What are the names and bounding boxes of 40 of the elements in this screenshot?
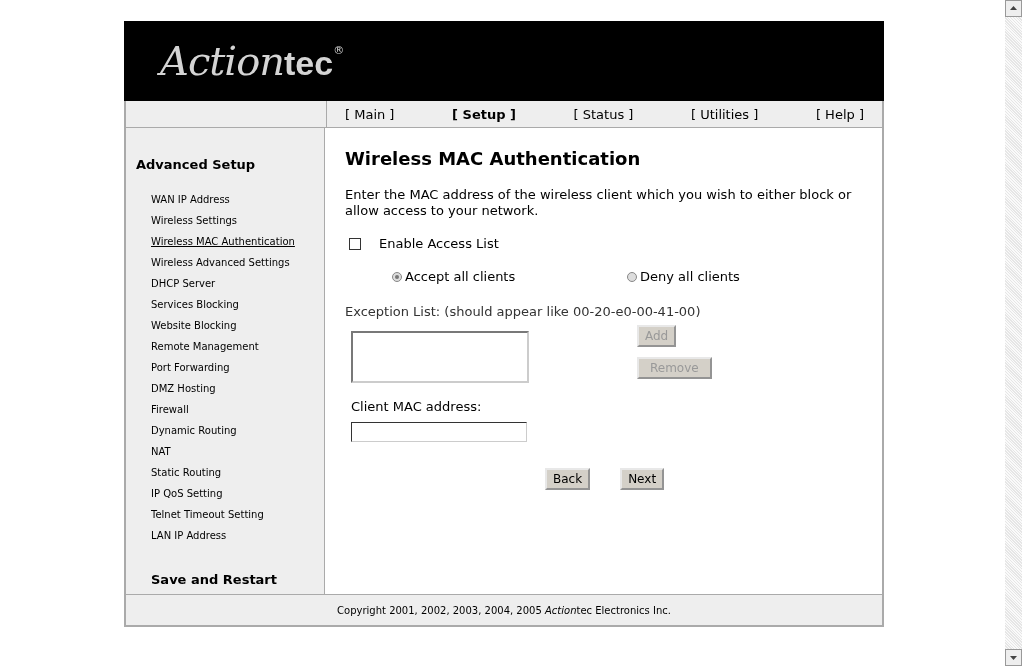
nav-link[interactable]: [ Main ] xyxy=(345,106,395,122)
sidebar-link[interactable]: Wireless MAC Authentication xyxy=(151,235,324,248)
nav-link[interactable]: [ Utilities ] xyxy=(690,106,759,122)
nav-button[interactable]: Next xyxy=(620,468,665,490)
sidebar-link[interactable]: DHCP Server xyxy=(151,277,324,290)
sidebar-link[interactable]: Static Routing xyxy=(151,466,324,479)
enable-access-list-checkbox[interactable] xyxy=(349,237,361,250)
sidebar-link[interactable]: WAN IP Address xyxy=(151,193,324,206)
nav-button[interactable]: Back xyxy=(545,468,591,490)
sidebar-link[interactable]: Firewall xyxy=(151,403,324,416)
nav-link[interactable]: [ Help ] xyxy=(815,106,864,122)
checkbox-label: Enable Access List xyxy=(379,236,499,251)
sidebar-link[interactable]: NAT xyxy=(151,445,324,458)
page-title: Wireless MAC Authentication xyxy=(345,148,642,169)
client-mac-label: Client MAC address: xyxy=(351,399,483,414)
exception-list-box[interactable] xyxy=(351,331,529,383)
description-text: Enter the MAC address of the wireless client which you wish to either block or allow access to your network. xyxy=(345,187,853,219)
nav-link[interactable]: [ Status ] xyxy=(573,106,634,122)
sidebar-link[interactable]: Port Forwarding xyxy=(151,361,324,374)
exception-list-label: Exception List: (should appear like 00-20-e0-00-41-00) xyxy=(345,304,702,319)
radio-label: Deny all clients xyxy=(640,269,740,284)
sidebar-link[interactable]: Services Blocking xyxy=(151,298,324,311)
sidebar-link[interactable]: Telnet Timeout Setting xyxy=(151,508,324,521)
scrollbar[interactable] xyxy=(1005,0,1022,666)
save-and-restart-link[interactable]: Save and Restart xyxy=(151,572,324,587)
copyright-text: Copyright 2001, 2002, 2003, 2004, 2005 Actiontec Electronics Inc. xyxy=(337,604,671,616)
sidebar-heading: Advanced Setup xyxy=(136,157,257,172)
nav-link[interactable]: [ Setup ] xyxy=(452,106,516,122)
sidebar-link[interactable]: Website Blocking xyxy=(151,319,324,332)
scroll-down-icon[interactable] xyxy=(1005,649,1022,666)
sidebar-link[interactable]: Dynamic Routing xyxy=(151,424,324,437)
sidebar-link[interactable]: Wireless Advanced Settings xyxy=(151,256,324,269)
radio-label: Accept all clients xyxy=(405,269,516,284)
sidebar-link[interactable]: Remote Management xyxy=(151,340,324,353)
sidebar-link[interactable]: IP QoS Setting xyxy=(151,487,324,500)
scroll-up-icon[interactable] xyxy=(1005,0,1022,17)
client-mac-field[interactable] xyxy=(351,422,527,442)
sidebar-link[interactable]: Wireless Settings xyxy=(151,214,324,227)
sidebar-link[interactable]: DMZ Hosting xyxy=(151,382,324,395)
sidebar-link[interactable]: LAN IP Address xyxy=(151,529,324,542)
